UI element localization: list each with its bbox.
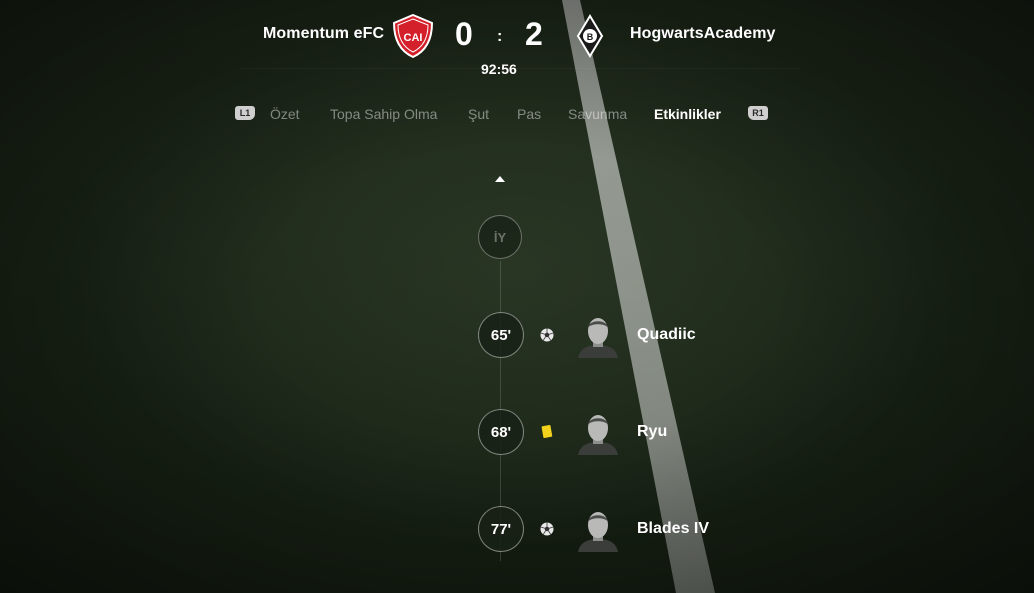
stats-tab-bar: L1 Özet Topa Sahip Olma Şut Pas Savunma … <box>0 100 1034 130</box>
tab-summary[interactable]: Özet <box>270 106 300 122</box>
event-row[interactable]: 77' Blades IV <box>0 506 1034 554</box>
event-minute: 77' <box>478 506 524 552</box>
yellow-card-icon <box>541 424 553 439</box>
player-name: Ryu <box>637 423 668 440</box>
svg-text:CAI: CAI <box>404 32 423 44</box>
away-team-name: HogwartsAcademy <box>630 25 776 42</box>
ball-icon <box>540 522 554 536</box>
r1-bumper-button[interactable]: R1 <box>748 106 768 120</box>
match-clock: 92:56 <box>481 61 517 77</box>
away-team-crest-icon: B <box>576 14 604 58</box>
player-avatar <box>578 415 618 455</box>
player-name: Quadiic <box>637 326 696 343</box>
home-team-crest-icon: CAI <box>392 14 434 58</box>
tab-defense[interactable]: Savunma <box>568 106 627 122</box>
scroll-up-arrow-icon[interactable] <box>495 176 505 182</box>
svg-text:B: B <box>587 32 594 42</box>
tab-possession[interactable]: Topa Sahip Olma <box>330 106 437 122</box>
ball-icon <box>540 328 554 342</box>
home-score: 0 <box>455 16 473 52</box>
event-row[interactable]: 65' Quadiic <box>0 312 1034 360</box>
l1-bumper-button[interactable]: L1 <box>235 106 255 120</box>
tab-events[interactable]: Etkinlikler <box>654 106 721 122</box>
home-team-name: Momentum eFC <box>263 25 385 42</box>
tab-passes[interactable]: Pas <box>517 106 541 122</box>
tab-shots[interactable]: Şut <box>468 106 489 122</box>
player-avatar <box>578 512 618 552</box>
away-score: 2 <box>525 16 543 52</box>
scoreboard: Momentum eFC CAI 0 : 2 B HogwartsAcademy… <box>0 0 1034 90</box>
player-name: Blades IV <box>637 520 710 537</box>
event-row[interactable]: 68' Ryu <box>0 409 1034 457</box>
event-minute: 65' <box>478 312 524 358</box>
half-time-marker: İY <box>478 215 522 259</box>
player-avatar <box>578 318 618 358</box>
score-separator: : <box>497 28 503 45</box>
event-minute: 68' <box>478 409 524 455</box>
